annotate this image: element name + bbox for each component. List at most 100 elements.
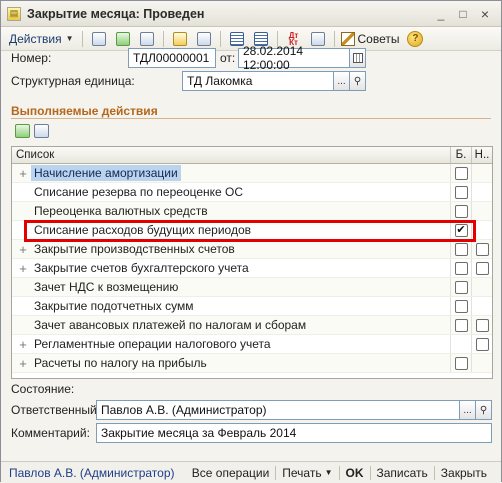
advice-button[interactable]: Советы <box>340 31 399 46</box>
subordinate-icon <box>196 31 211 46</box>
date-field[interactable]: 28.02.2014 12:00:00 <box>238 44 350 72</box>
b-column-checkbox[interactable] <box>454 261 468 275</box>
b-column-cell <box>451 202 472 220</box>
b-column-cell <box>451 354 472 372</box>
unit-select-button[interactable]: ... <box>334 71 350 91</box>
print-label: Печать <box>282 465 322 480</box>
window-title: Закрытие месяца: Проведен <box>27 6 205 21</box>
table-row[interactable]: Переоценка валютных средств <box>12 202 492 221</box>
list-cell: + Расчеты по налогу на прибыль <box>12 354 451 372</box>
toolbar-separator <box>162 30 164 47</box>
list-cell: Зачет авансовых платежей по налогам и сб… <box>12 316 451 334</box>
b-column-checkbox[interactable] <box>454 185 468 199</box>
help-icon[interactable]: ? <box>407 30 424 47</box>
expand-icon[interactable]: + <box>15 261 31 276</box>
b-column-checkbox[interactable] <box>454 299 468 313</box>
calendar-button[interactable] <box>350 48 366 68</box>
responsible-select-button[interactable]: ... <box>460 400 476 420</box>
b-column-checkbox[interactable] <box>454 242 468 256</box>
post-button[interactable] <box>113 30 133 48</box>
list-cell: + Начисление амортизации <box>12 164 451 182</box>
expand-icon[interactable]: + <box>15 242 31 257</box>
unit-field[interactable]: ТД Лакомка <box>182 71 334 91</box>
responsible-open-button[interactable]: ⚲ <box>476 400 492 420</box>
ok-label: OK <box>345 465 364 480</box>
table-row[interactable]: Закрытие подотчетных сумм <box>12 297 492 316</box>
expand-icon[interactable]: + <box>15 337 31 352</box>
b-column-cell: ✔ <box>451 221 472 239</box>
maximize-button[interactable]: □ <box>453 5 473 23</box>
b-column-cell <box>451 278 472 296</box>
operation-label: Закрытие производственных счетов <box>34 242 235 256</box>
b-column-checkbox[interactable] <box>454 166 468 180</box>
subordinate-button[interactable] <box>194 30 214 48</box>
b-column-checkbox[interactable] <box>454 318 468 332</box>
b-column-checkbox[interactable] <box>454 356 468 370</box>
expand-icon[interactable]: + <box>15 356 31 371</box>
state-label: Состояние: <box>11 382 75 396</box>
list-cell: Списание резерва по переоценке ОС <box>12 183 451 201</box>
based-on-button[interactable] <box>170 30 190 48</box>
b-column-checkbox[interactable]: ✔ <box>454 223 468 237</box>
close-window-button[interactable]: × <box>475 5 495 23</box>
table-row[interactable]: Зачет НДС к возмещению <box>12 278 492 297</box>
calendar-icon <box>352 53 363 63</box>
post-and-close-button[interactable] <box>89 30 109 48</box>
title-bar: ▤ Закрытие месяца: Проведен _ □ × <box>1 1 501 27</box>
close-button[interactable]: Закрыть <box>435 466 493 480</box>
toolbar-separator <box>219 30 221 47</box>
ok-button[interactable]: OK <box>340 466 370 480</box>
column-header-list[interactable]: Список <box>12 147 451 163</box>
column-header-b[interactable]: Б. <box>451 147 472 163</box>
all-operations-label: Все операции <box>191 465 270 480</box>
uncheck-all-icon[interactable] <box>34 124 49 138</box>
table-row[interactable]: + Закрытие производственных счетов <box>12 240 492 259</box>
b-column-cell <box>451 335 472 353</box>
n-column-checkbox[interactable] <box>475 318 489 332</box>
unit-label: Структурная единица: <box>11 74 135 88</box>
table-row[interactable]: + Расчеты по налогу на прибыль <box>12 354 492 373</box>
operation-label: Регламентные операции налогового учета <box>34 337 271 351</box>
expand-icon[interactable]: + <box>15 166 31 181</box>
table-row[interactable]: + Начисление амортизации <box>12 164 492 183</box>
check-all-icon[interactable] <box>15 124 30 138</box>
operation-label: Зачет авансовых платежей по налогам и сб… <box>34 318 307 332</box>
comment-field[interactable]: Закрытие месяца за Февраль 2014 <box>96 423 492 443</box>
n-column-checkbox[interactable] <box>475 242 489 256</box>
list-cell: + Закрытие производственных счетов <box>12 240 451 258</box>
b-column-cell <box>451 240 472 258</box>
table-header: Список Б. Н.. <box>12 147 492 164</box>
list-cell: + Регламентные операции налогового учета <box>12 335 451 353</box>
operation-label: Закрытие счетов бухгалтерского учета <box>34 261 249 275</box>
current-user-link[interactable]: Павлов А.В. (Администратор) <box>9 466 186 480</box>
table-row[interactable]: Списание расходов будущих периодов ✔ <box>12 221 492 240</box>
list-cell: Списание расходов будущих периодов <box>12 221 451 239</box>
table-row[interactable]: + Регламентные операции налогового учета <box>12 335 492 354</box>
table-row[interactable]: + Закрытие счетов бухгалтерского учета <box>12 259 492 278</box>
number-label: Номер: <box>11 51 52 65</box>
n-column-checkbox[interactable] <box>475 261 489 275</box>
actions-menu-label: Действия <box>9 31 62 46</box>
unit-open-button[interactable]: ⚲ <box>350 71 366 91</box>
actions-table: Список Б. Н.. + Начисление амортизации Спи… <box>11 146 493 379</box>
table-row[interactable]: Зачет авансовых платежей по налогам и сб… <box>12 316 492 335</box>
actions-menu[interactable]: Действия ▼ <box>5 30 78 48</box>
save-button[interactable] <box>137 30 157 48</box>
responsible-field[interactable]: Павлов А.В. (Администратор) <box>96 400 460 420</box>
save-record-button[interactable]: Записать <box>371 466 434 480</box>
column-header-n[interactable]: Н.. <box>472 147 492 163</box>
all-operations-button[interactable]: Все операции <box>186 466 275 480</box>
operation-label: Зачет НДС к возмещению <box>34 280 179 294</box>
status-bar: Павлов А.В. (Администратор) Все операции… <box>1 461 501 483</box>
operation-label: Начисление амортизации <box>31 165 181 181</box>
table-row[interactable]: Списание резерва по переоценке ОС <box>12 183 492 202</box>
chevron-down-icon: ▼ <box>324 468 333 477</box>
b-column-cell <box>451 297 472 315</box>
b-column-checkbox[interactable] <box>454 204 468 218</box>
minimize-button[interactable]: _ <box>431 5 451 23</box>
n-column-cell <box>472 297 492 315</box>
print-button[interactable]: Печать ▼ <box>276 466 338 480</box>
number-field[interactable]: ТДЛ00000001 <box>128 48 216 68</box>
b-column-checkbox[interactable] <box>454 280 468 294</box>
n-column-checkbox[interactable] <box>475 337 489 351</box>
